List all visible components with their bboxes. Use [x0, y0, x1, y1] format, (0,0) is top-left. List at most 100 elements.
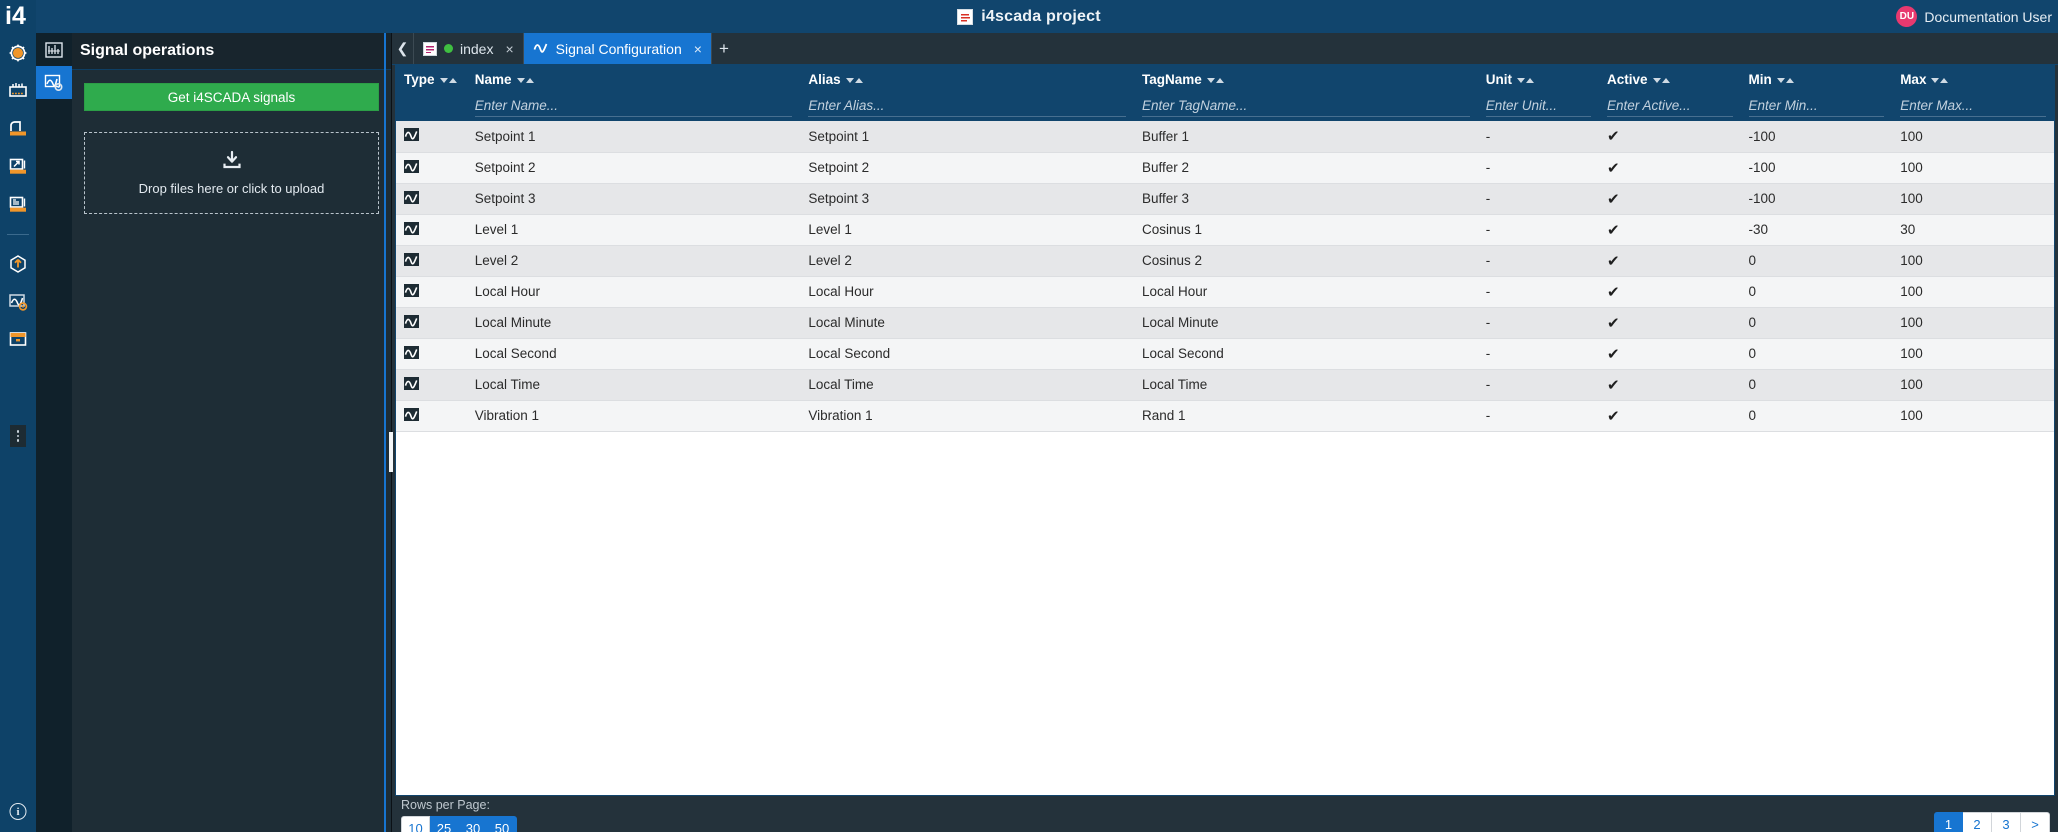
- filter-input-max[interactable]: [1900, 96, 2046, 117]
- file-dropzone[interactable]: Drop files here or click to upload: [84, 132, 379, 214]
- pagination-page-3[interactable]: 3: [1992, 812, 2021, 832]
- add-tab-button[interactable]: +: [712, 33, 736, 64]
- tab-scroll-left-button[interactable]: ❮: [392, 33, 414, 64]
- tab-signal-configuration[interactable]: Signal Configuration ×: [523, 33, 712, 64]
- cell-max: 100: [1892, 276, 2054, 308]
- table-row[interactable]: Level 2 Level 2 Cosinus 2- ✔ 0 100: [396, 245, 2054, 277]
- rows-per-page-option-10[interactable]: 10: [401, 816, 430, 832]
- cell-name: Local Minute: [466, 307, 801, 339]
- filter-cell-name[interactable]: [467, 92, 801, 121]
- column-header-label: Name: [474, 71, 512, 87]
- column-header-name[interactable]: Name: [467, 66, 801, 92]
- filter-cell-min[interactable]: [1741, 92, 1893, 121]
- table-row[interactable]: Setpoint 1 Setpoint 1 Buffer 1- ✔ -100 100: [396, 121, 2054, 153]
- filter-input-alias[interactable]: [808, 96, 1126, 117]
- table-row[interactable]: Level 1 Level 1 Cosinus 1- ✔ -30 30: [396, 214, 2054, 246]
- wave-icon: [532, 40, 549, 57]
- column-header-label: TagName: [1141, 71, 1202, 87]
- filter-cell-max[interactable]: [1892, 92, 2054, 121]
- pagination-page-1[interactable]: 1: [1934, 812, 1963, 832]
- column-header-active[interactable]: Active: [1599, 66, 1741, 92]
- cell-unit: -: [1477, 338, 1600, 370]
- sort-arrows-icon[interactable]: [1931, 77, 1949, 83]
- cell-alias: Local Second: [800, 338, 1134, 370]
- cell-type: [396, 400, 467, 432]
- filter-input-name[interactable]: [474, 96, 793, 117]
- info-icon[interactable]: i: [9, 803, 27, 820]
- box-storage-icon[interactable]: [6, 329, 30, 351]
- panel-header: Signal operations: [72, 33, 391, 70]
- column-header-type[interactable]: Type: [396, 66, 467, 92]
- tab-index[interactable]: index ×: [414, 33, 524, 64]
- table-row[interactable]: Setpoint 2 Setpoint 2 Buffer 2- ✔ -100 100: [396, 152, 2054, 184]
- analog-signal-icon: [404, 283, 419, 297]
- signal-configuration-icon[interactable]: [6, 291, 30, 313]
- cell-type: [396, 369, 467, 401]
- sort-arrows-icon[interactable]: [1776, 77, 1794, 83]
- reports-icon[interactable]: [6, 194, 30, 216]
- settings-gear-icon[interactable]: [6, 42, 30, 64]
- filter-cell-tagname[interactable]: [1134, 92, 1478, 121]
- cell-tagname: Local Time: [1133, 369, 1478, 401]
- cell-unit: -: [1477, 245, 1600, 277]
- panel-resize-handle[interactable]: [389, 432, 393, 472]
- archive-icon[interactable]: [6, 118, 30, 140]
- cell-min: -100: [1740, 152, 1893, 184]
- plant-overview-icon[interactable]: [6, 80, 30, 102]
- cell-tagname: Local Minute: [1133, 307, 1478, 339]
- rows-per-page-option-25[interactable]: 25: [430, 816, 459, 832]
- filter-input-min[interactable]: [1748, 96, 1885, 117]
- pagination-page-2[interactable]: 2: [1963, 812, 1992, 832]
- rows-per-page-option-30[interactable]: 30: [459, 816, 488, 832]
- trend-export-icon[interactable]: [6, 156, 30, 178]
- rows-per-page-option-50[interactable]: 50: [488, 816, 517, 832]
- get-i4scada-signals-button[interactable]: Get i4SCADA signals: [84, 83, 379, 111]
- user-account-area[interactable]: DU Documentation User: [1896, 0, 2052, 33]
- table-row[interactable]: Local Hour Local Hour Local Hour - ✔ 0 100: [396, 276, 2054, 308]
- panel-edge-accent: [384, 33, 386, 832]
- column-header-max[interactable]: Max: [1892, 66, 2054, 92]
- sort-arrows-icon[interactable]: [1652, 77, 1670, 83]
- pagination-next-button[interactable]: >: [2021, 812, 2050, 832]
- user-name-label: Documentation User: [1924, 8, 2052, 25]
- table-row[interactable]: Local Time Local Time Local Time - ✔ 0 100: [396, 369, 2054, 401]
- table-row[interactable]: Local Minute Local Minute Local Minute - ✔ 0 1…: [396, 307, 2054, 339]
- sort-arrows-icon[interactable]: [1516, 77, 1534, 83]
- filter-input-unit[interactable]: [1485, 96, 1592, 117]
- column-header-min[interactable]: Min: [1741, 66, 1893, 92]
- rows-per-page-control: Rows per Page: 10 25 30 50: [401, 798, 517, 832]
- column-header-tagname[interactable]: TagName: [1134, 66, 1478, 92]
- cell-type: [396, 307, 467, 339]
- filter-cell-active[interactable]: [1599, 92, 1741, 121]
- table-row[interactable]: Local Second Local Second Local Second - ✔ 0 1…: [396, 338, 2054, 370]
- sort-arrows-icon[interactable]: [516, 77, 534, 83]
- filter-cell-type: [396, 92, 467, 121]
- signal-configuration-module-icon[interactable]: [36, 66, 72, 99]
- table-row[interactable]: Vibration 1 Vibration 1 Rand 1- ✔ 0 100: [396, 400, 2054, 432]
- filter-cell-alias[interactable]: [800, 92, 1134, 121]
- cell-min: -30: [1740, 214, 1893, 246]
- signal-grid: Type Name Alias TagName Unit Active Min Max Set…: [395, 65, 2055, 796]
- grid-footer: Rows per Page: 10 25 30 50 1 2 3 >: [395, 796, 2055, 832]
- cell-unit: -: [1477, 121, 1600, 153]
- dashboard-module-icon[interactable]: [36, 33, 72, 66]
- cell-tagname: Cosinus 1: [1133, 214, 1478, 246]
- active-checkmark-icon: ✔: [1607, 283, 1620, 301]
- filter-cell-unit[interactable]: [1478, 92, 1599, 121]
- sort-arrows-icon[interactable]: [1206, 77, 1224, 83]
- cell-unit: -: [1477, 307, 1600, 339]
- analog-signal-icon: [404, 128, 419, 142]
- filter-input-active[interactable]: [1607, 96, 1733, 117]
- column-header-unit[interactable]: Unit: [1478, 66, 1599, 92]
- sort-arrows-icon[interactable]: [439, 77, 457, 83]
- column-header-alias[interactable]: Alias: [800, 66, 1134, 92]
- sort-arrows-icon[interactable]: [845, 77, 863, 83]
- close-icon[interactable]: ×: [505, 41, 513, 57]
- table-row[interactable]: Setpoint 3 Setpoint 3 Buffer 3- ✔ -100 100: [396, 183, 2054, 215]
- more-options-icon[interactable]: [10, 425, 26, 447]
- deploy-upload-icon[interactable]: [6, 253, 30, 275]
- analog-signal-icon: [404, 221, 419, 235]
- filter-input-tagname[interactable]: [1141, 96, 1470, 117]
- close-icon[interactable]: ×: [694, 41, 702, 57]
- rows-per-page-label: Rows per Page:: [401, 798, 490, 812]
